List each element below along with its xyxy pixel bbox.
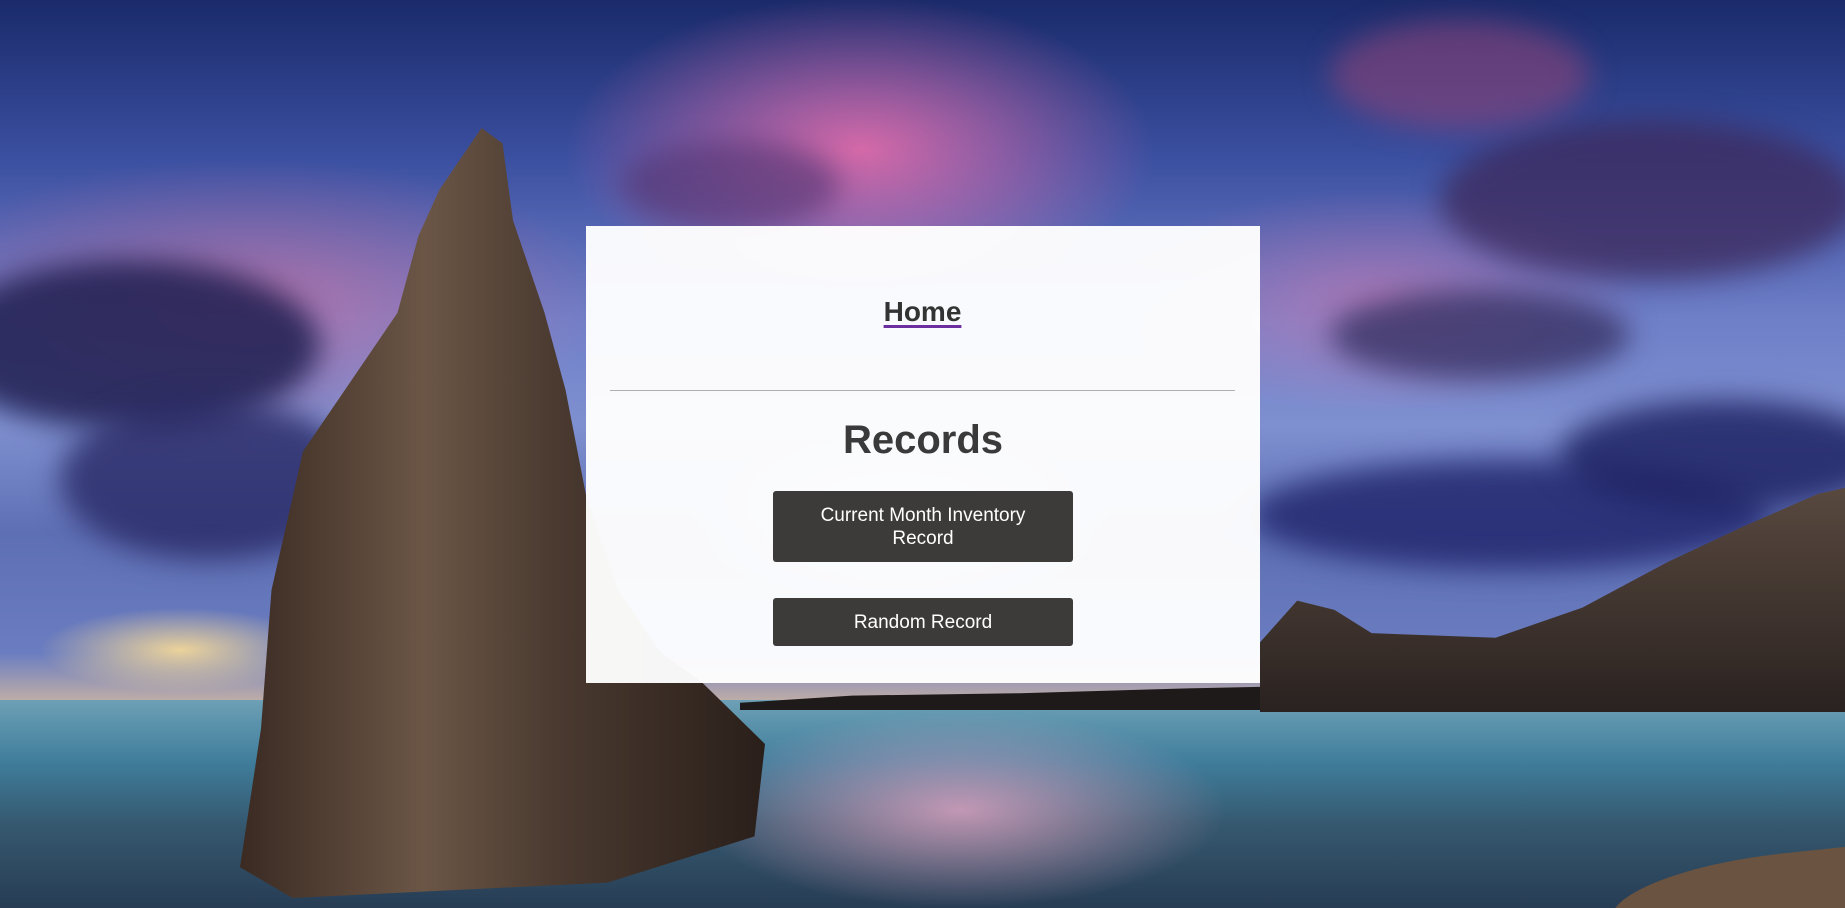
random-record-button[interactable]: Random Record [773, 598, 1073, 646]
cloud [1330, 20, 1590, 130]
records-heading: Records [842, 418, 1004, 462]
current-month-inventory-record-button[interactable]: Current Month Inventory Record [773, 491, 1073, 562]
home-link[interactable]: Home [884, 296, 962, 327]
home-nav: Home [0, 296, 1845, 328]
cloud [1440, 120, 1845, 280]
cloud [620, 140, 840, 230]
divider [610, 390, 1235, 391]
